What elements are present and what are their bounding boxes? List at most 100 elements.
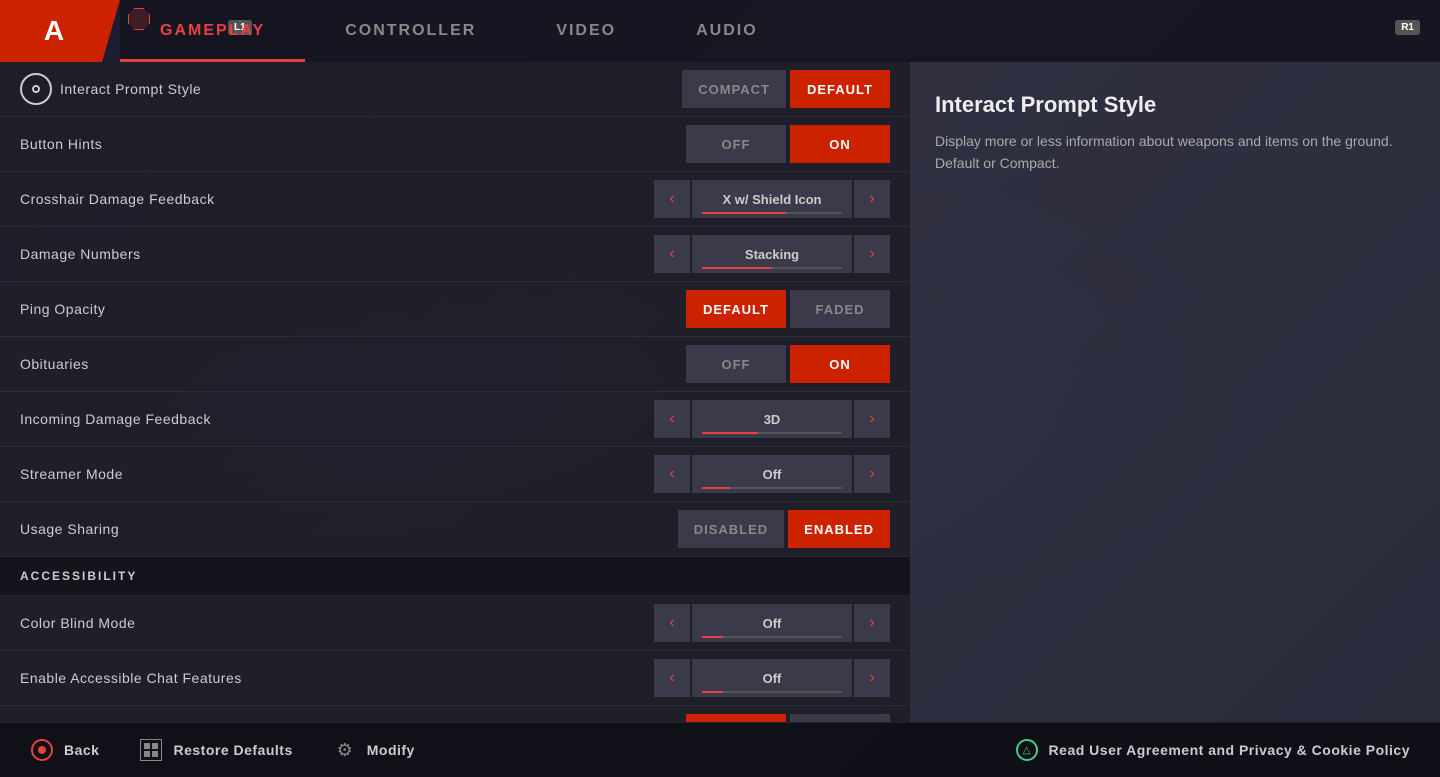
streamer-mode-value-text: Off xyxy=(763,467,782,482)
setting-row-convert-voice: Convert Incoming Voice to Chat Text Off … xyxy=(0,706,910,722)
usage-sharing-controls: Disabled Enabled xyxy=(678,510,890,548)
info-title: Interact Prompt Style xyxy=(935,92,1415,118)
color-blind-controls: ‹ Off › xyxy=(654,604,890,642)
logo-wrap: A xyxy=(0,0,120,62)
grid-cell-4 xyxy=(152,751,158,757)
ping-opacity-faded[interactable]: Faded xyxy=(790,290,890,328)
convert-voice-on[interactable]: On xyxy=(790,714,890,722)
damage-numbers-left[interactable]: ‹ xyxy=(654,235,690,273)
prompt-icon-dot xyxy=(32,85,40,93)
button-hints-off[interactable]: Off xyxy=(686,125,786,163)
color-blind-right[interactable]: › xyxy=(854,604,890,642)
streamer-mode-left[interactable]: ‹ xyxy=(654,455,690,493)
obituaries-on[interactable]: On xyxy=(790,345,890,383)
crosshair-bar-fill xyxy=(702,212,786,214)
accessible-chat-bar xyxy=(702,691,842,693)
tab-audio[interactable]: AUDIO xyxy=(656,0,798,62)
back-action[interactable]: Back xyxy=(30,738,99,762)
incoming-damage-left[interactable]: ‹ xyxy=(654,400,690,438)
restore-label: Restore Defaults xyxy=(173,742,292,758)
button-hints-controls: Off On xyxy=(686,125,890,163)
ping-opacity-default[interactable]: Default xyxy=(686,290,786,328)
obituaries-controls: Off On xyxy=(686,345,890,383)
back-circle-icon xyxy=(31,739,53,761)
info-panel: Interact Prompt Style Display more or le… xyxy=(910,62,1440,722)
incoming-damage-right[interactable]: › xyxy=(854,400,890,438)
accessibility-header: ACCESSIBILITY xyxy=(0,557,910,596)
accessible-chat-value: Off xyxy=(692,659,852,697)
streamer-mode-right[interactable]: › xyxy=(854,455,890,493)
damage-numbers-value: Stacking xyxy=(692,235,852,273)
back-circle-inner xyxy=(38,746,46,754)
interact-prompt-controls: Compact Default xyxy=(682,70,890,108)
obituaries-off[interactable]: Off xyxy=(686,345,786,383)
color-blind-value: Off xyxy=(692,604,852,642)
tab-controller[interactable]: CONTROLLER xyxy=(305,0,516,62)
restore-icon xyxy=(139,738,163,762)
obituaries-label: Obituaries xyxy=(20,356,686,372)
back-icon xyxy=(30,738,54,762)
damage-numbers-bar-fill xyxy=(702,267,772,269)
restore-grid-icon xyxy=(140,739,162,761)
setting-row-obituaries: Obituaries Off On xyxy=(0,337,910,392)
crosshair-right[interactable]: › xyxy=(854,180,890,218)
streamer-mode-bar xyxy=(702,487,842,489)
streamer-mode-bar-fill xyxy=(702,487,730,489)
damage-numbers-value-text: Stacking xyxy=(745,247,799,262)
accessible-chat-left[interactable]: ‹ xyxy=(654,659,690,697)
usage-sharing-disabled[interactable]: Disabled xyxy=(678,510,784,548)
damage-numbers-right[interactable]: › xyxy=(854,235,890,273)
incoming-damage-label: Incoming Damage Feedback xyxy=(20,411,654,427)
tab-video[interactable]: VIDEO xyxy=(516,0,656,62)
color-blind-label: Color Blind Mode xyxy=(20,615,654,631)
policy-icon: △ xyxy=(1015,738,1039,762)
crosshair-left[interactable]: ‹ xyxy=(654,180,690,218)
streamer-mode-value: Off xyxy=(692,455,852,493)
prompt-style-icon xyxy=(20,73,52,105)
restore-action[interactable]: Restore Defaults xyxy=(139,738,292,762)
incoming-damage-controls: ‹ 3D › xyxy=(654,400,890,438)
color-blind-value-text: Off xyxy=(763,616,782,631)
color-blind-bar-fill xyxy=(702,636,723,638)
grid-cell-1 xyxy=(144,743,150,749)
back-label: Back xyxy=(64,742,99,758)
default-button[interactable]: Default xyxy=(790,70,890,108)
interact-prompt-label: Interact Prompt Style xyxy=(60,81,682,97)
policy-triangle-icon: △ xyxy=(1016,739,1038,761)
logo: A xyxy=(44,15,66,47)
usage-sharing-label: Usage Sharing xyxy=(20,521,678,537)
setting-row-accessible-chat: Enable Accessible Chat Features ‹ Off › xyxy=(0,651,910,706)
r1-badge: R1 xyxy=(1395,20,1420,35)
modify-icon-symbol: ⚙ xyxy=(337,740,353,761)
tab-gameplay[interactable]: GAMEPLAY xyxy=(120,0,305,62)
setting-row-button-hints: Button Hints Off On xyxy=(0,117,910,172)
streamer-mode-label: Streamer Mode xyxy=(20,466,654,482)
usage-sharing-enabled[interactable]: Enabled xyxy=(788,510,890,548)
damage-numbers-label: Damage Numbers xyxy=(20,246,654,262)
accessible-chat-right[interactable]: › xyxy=(854,659,890,697)
grid-cell-2 xyxy=(152,743,158,749)
incoming-damage-bar xyxy=(702,432,842,434)
modify-action[interactable]: ⚙ Modify xyxy=(333,738,415,762)
info-description: Display more or less information about w… xyxy=(935,130,1415,175)
header: A L1 GAMEPLAY CONTROLLER VIDEO AUDIO R1 xyxy=(0,0,1440,62)
ping-opacity-label: Ping Opacity xyxy=(20,301,686,317)
damage-numbers-bar xyxy=(702,267,842,269)
button-hints-on[interactable]: On xyxy=(790,125,890,163)
crosshair-label: Crosshair Damage Feedback xyxy=(20,191,654,207)
compact-button[interactable]: Compact xyxy=(682,70,786,108)
grid-cell-3 xyxy=(144,751,150,757)
setting-row-ping-opacity: Ping Opacity Default Faded xyxy=(0,282,910,337)
crosshair-controls: ‹ X w/ Shield Icon › xyxy=(654,180,890,218)
convert-voice-off[interactable]: Off xyxy=(686,714,786,722)
color-blind-left[interactable]: ‹ xyxy=(654,604,690,642)
setting-row-color-blind: Color Blind Mode ‹ Off › xyxy=(0,596,910,651)
setting-row-incoming-damage: Incoming Damage Feedback ‹ 3D › xyxy=(0,392,910,447)
crosshair-value: X w/ Shield Icon xyxy=(692,180,852,218)
policy-action[interactable]: △ Read User Agreement and Privacy & Cook… xyxy=(1015,738,1410,762)
setting-row-streamer-mode: Streamer Mode ‹ Off › xyxy=(0,447,910,502)
incoming-damage-value-text: 3D xyxy=(764,412,781,427)
crosshair-bar xyxy=(702,212,842,214)
modify-label: Modify xyxy=(367,742,415,758)
incoming-damage-bar-fill xyxy=(702,432,758,434)
